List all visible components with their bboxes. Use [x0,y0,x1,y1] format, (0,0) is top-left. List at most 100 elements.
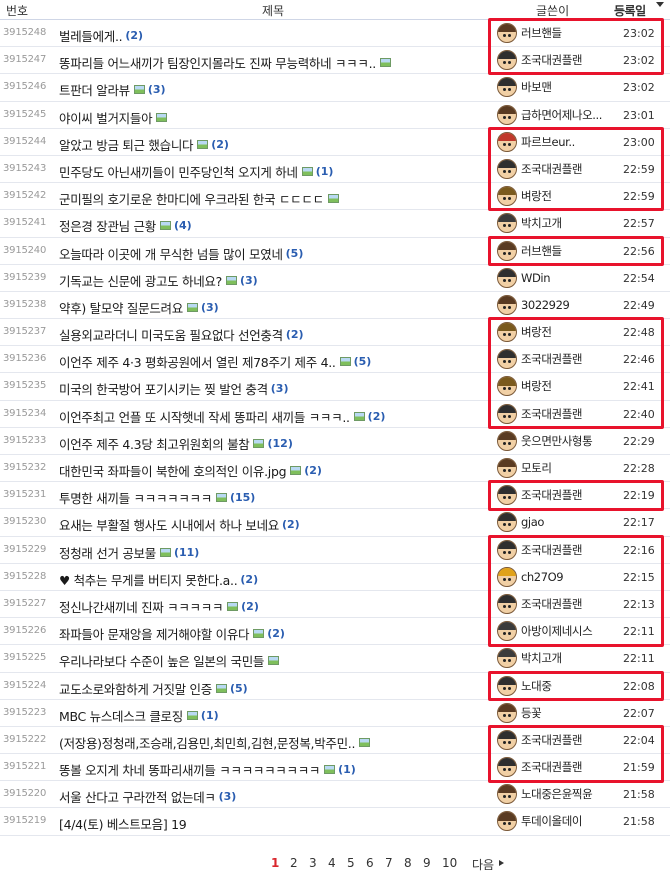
post-title-link[interactable]: 정신나간새끼네 진짜 ㅋㅋㅋㅋㅋ (2) [59,597,259,616]
author-name[interactable]: 조국대권플랜 [521,351,582,367]
post-title-link[interactable]: 알았고 방금 퇴근 했습니다 (2) [59,135,229,154]
post-author[interactable]: 러브핸들 [497,23,562,43]
page-link-2[interactable]: 2 [290,856,298,870]
post-title-text[interactable]: 요새는 부활절 행사도 시내에서 하나 보네요 [59,515,279,534]
sort-down-icon[interactable] [656,2,664,7]
post-author[interactable]: 바보맨 [497,77,552,98]
table-row[interactable]: 3915242 군미필의 호기로운 한마디에 우크라된 한국 ㄷㄷㄷㄷ 벼랑전 22:… [0,183,670,211]
post-author[interactable]: WDin [497,267,551,288]
comment-count-link[interactable]: (3) [240,274,258,287]
comment-count-link[interactable]: (2) [125,29,143,42]
table-row[interactable]: 3915223 MBC 뉴스데스크 클로징 (1) 등꽃 22:07 [0,700,670,727]
post-title-text[interactable]: ♥ 척추는 무게를 버티지 못한다.a.. [59,570,238,589]
table-row[interactable]: 3915231 투명한 새끼들 ㅋㅋㅋㅋㅋㅋㅋ (15) 조국대권플랜 22:19 [0,482,670,510]
table-row[interactable]: 3915225 우리나라보다 수준이 높은 일본의 국민들 박치고개 22:11 [0,645,670,673]
post-title-link[interactable]: 정은경 장관님 근황 (4) [59,216,192,235]
author-name[interactable]: 벼랑전 [521,378,552,394]
post-title-text[interactable]: 정청래 선거 공보물 [59,543,156,562]
post-title-link[interactable]: 이언주 제주 4.3당 최고위원회의 불참 (12) [59,434,293,453]
next-page-link[interactable]: 다음 [472,856,494,873]
page-link-5[interactable]: 5 [347,856,355,870]
chevron-right-icon[interactable] [499,860,504,866]
post-author[interactable]: 투데이올데이 [497,811,582,832]
post-author[interactable]: 조국대권플랜 [497,349,582,370]
author-name[interactable]: 조국대권플랜 [521,487,582,503]
post-author[interactable]: 웃으면만사형통 [497,430,593,451]
table-row[interactable]: 3915236 이언주 제주 4·3 평화공원에서 열린 제78주기 제주 4..… [0,346,670,374]
post-author[interactable]: 노대중은윤찍윤 [497,784,593,805]
post-title-link[interactable]: 실용외교라더니 미국도움 필요없다 선언충격 (2) [59,325,304,344]
table-row[interactable]: 3915232 대한민국 좌파들이 북한에 호의적인 이유.jpg (2) 모토리 22… [0,455,670,483]
author-name[interactable]: 노대중은윤찍윤 [521,786,593,802]
author-name[interactable]: 러브핸들 [521,25,562,41]
post-title-link[interactable]: 서울 산다고 구라깐적 없는데ㅋ (3) [59,787,236,806]
author-name[interactable]: 조국대권플랜 [521,596,582,612]
table-row[interactable]: 3915234 이언주최고 언플 또 시작햇네 작세 똥파리 새끼들 ㅋㅋㅋ.. (… [0,401,670,428]
post-author[interactable]: gjao [497,512,544,533]
author-name[interactable]: 노대중 [521,678,552,694]
table-row[interactable]: 3915229 정청래 선거 공보물 (11) 조국대권플랜 22:16 [0,537,670,564]
post-title-link[interactable]: 이언주최고 언플 또 시작햇네 작세 똥파리 새끼들 ㅋㅋㅋ.. (2) [59,407,385,426]
author-name[interactable]: 조국대권플랜 [521,732,582,748]
table-row[interactable]: 3915247 똥파리들 어느새끼가 팀장인지몰라도 진짜 무능력하네 ㅋㅋㅋ..… [0,47,670,75]
post-author[interactable]: 3022929 [497,294,570,315]
author-name[interactable]: 웃으면만사형통 [521,433,593,449]
author-name[interactable]: 조국대권플랜 [521,542,582,558]
comment-count-link[interactable]: (3) [271,382,289,395]
table-row[interactable]: 3915241 정은경 장관님 근황 (4) 박치고개 22:57 [0,210,670,238]
comment-count-link[interactable]: (2) [267,627,285,640]
table-row[interactable]: 3915235 미국의 한국방어 포기시키는 찢 발언 충격 (3) 벼랑전 22:41 [0,373,670,401]
author-name[interactable]: 모토리 [521,460,552,476]
page-link-8[interactable]: 8 [404,856,412,870]
table-row[interactable]: 3915227 정신나간새끼네 진짜 ㅋㅋㅋㅋㅋ (2) 조국대권플랜 22:13 [0,591,670,619]
post-author[interactable]: 노대중 [497,675,552,696]
post-title-link[interactable]: 트판더 알라뷰 (3) [59,80,166,99]
post-title-text[interactable]: 야이씨 벌거지들아 [59,108,153,127]
post-title-text[interactable]: 이언주 제주 4·3 평화공원에서 열린 제78주기 제주 4.. [59,352,336,371]
comment-count-link[interactable]: (5) [354,355,372,368]
column-header-date-sort[interactable]: 등록일 [614,2,646,19]
post-title-text[interactable]: 교도소로와함하게 거짓말 인증 [59,679,212,698]
page-link-1[interactable]: 1 [271,856,279,870]
comment-count-link[interactable]: (3) [201,301,219,314]
post-author[interactable]: 조국대권플랜 [497,403,582,424]
post-title-link[interactable]: 투명한 새끼들 ㅋㅋㅋㅋㅋㅋㅋ (15) [59,488,255,507]
post-author[interactable]: 급하면어제나오... [497,104,602,125]
author-name[interactable]: 벼랑전 [521,324,552,340]
page-link-9[interactable]: 9 [423,856,431,870]
comment-count-link[interactable]: (3) [219,790,237,803]
comment-count-link[interactable]: (12) [267,437,292,450]
post-author[interactable]: 벼랑전 [497,186,552,207]
post-title-link[interactable]: 약후) 탈모약 질문드려요 (3) [59,298,219,317]
post-author[interactable]: 조국대권플랜 [497,50,582,71]
author-name[interactable]: 투데이올데이 [521,813,582,829]
post-title-text[interactable]: 실용외교라더니 미국도움 필요없다 선언충격 [59,325,283,344]
author-name[interactable]: 조국대권플랜 [521,406,582,422]
post-title-text[interactable]: 이언주최고 언플 또 시작햇네 작세 똥파리 새끼들 ㅋㅋㅋ.. [59,407,350,426]
table-row[interactable]: 3915238 약후) 탈모약 질문드려요 (3) 3022929 22:49 [0,292,670,320]
post-title-link[interactable]: 미국의 한국방어 포기시키는 찢 발언 충격 (3) [59,379,289,398]
post-title-text[interactable]: 투명한 새끼들 ㅋㅋㅋㅋㅋㅋㅋ [59,488,212,507]
table-row[interactable]: 3915243 민주당도 아닌새끼들이 민주당인척 오지게 하네 (1) 조국대권플랜… [0,156,670,184]
comment-count-link[interactable]: (11) [174,546,199,559]
post-title-link[interactable]: 정청래 선거 공보물 (11) [59,543,199,562]
post-title-text[interactable]: 군미필의 호기로운 한마디에 우크라된 한국 ㄷㄷㄷㄷ [59,189,324,208]
post-author[interactable]: 러브핸들 [497,240,562,261]
post-title-text[interactable]: 트판더 알라뷰 [59,80,130,99]
comment-count-link[interactable]: (5) [286,247,304,260]
post-title-link[interactable]: 벌레들에게.. (2) [59,26,143,45]
post-title-text[interactable]: 기독교는 신문에 광고도 하네요? [59,271,222,290]
comment-count-link[interactable]: (1) [316,165,334,178]
author-name[interactable]: 바보맨 [521,79,552,95]
post-title-link[interactable]: ♥ 척추는 무게를 버티지 못한다.a.. (2) [59,570,258,589]
table-row[interactable]: 3915233 이언주 제주 4.3당 최고위원회의 불참 (12) 웃으면만사형통 2… [0,428,670,455]
page-link-7[interactable]: 7 [385,856,393,870]
page-link-3[interactable]: 3 [309,856,317,870]
author-name[interactable]: gjao [521,515,544,529]
author-name[interactable]: 벼랑전 [521,188,552,204]
post-author[interactable]: 파르브eur.. [497,131,575,152]
post-title-link[interactable]: (저장용)정청래,조승래,김용민,최민희,김현,문정복,박주민.. [59,733,371,752]
post-author[interactable]: 아방이제네시스 [497,621,593,642]
table-row[interactable]: 3915224 교도소로와함하게 거짓말 인증 (5) 노대중 22:08 [0,673,670,700]
post-title-text[interactable]: 민주당도 아닌새끼들이 민주당인척 오지게 하네 [59,162,298,181]
